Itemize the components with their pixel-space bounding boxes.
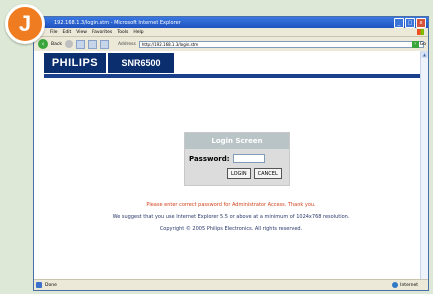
zone-label: Internet [400,282,418,288]
menu-item-file[interactable]: File [50,30,58,35]
title-bar: 192.168.1.3/login.stm - Microsoft Intern… [34,17,428,28]
window-controls: _ □ x [394,18,426,28]
maximize-button[interactable]: □ [405,18,415,28]
security-zone: Internet [392,282,418,288]
status-bar: Done Internet [34,279,428,290]
cancel-button[interactable]: CANCEL [253,168,282,179]
go-arrow-icon: › [411,40,419,48]
home-icon[interactable] [99,39,109,49]
copyright-notice: Copyright © 2005 Philips Electronics. Al… [159,226,303,232]
browser-window: 192.168.1.3/login.stm - Microsoft Intern… [33,16,429,291]
window-title: 192.168.1.3/login.stm - Microsoft Intern… [54,19,181,26]
header-divider [44,74,421,78]
stop-icon[interactable] [75,39,85,49]
page-icon [36,282,42,288]
refresh-icon[interactable] [87,39,97,49]
philips-logo: PHILIPS [44,53,106,73]
back-arrow-icon[interactable]: ‹ [38,39,48,49]
password-input[interactable] [232,154,265,163]
password-warning: Please enter correct password for Admini… [146,202,316,208]
menu-item-edit[interactable]: Edit [63,30,72,35]
login-title: Login Screen [185,133,289,149]
menu-item-help[interactable]: Help [133,30,143,35]
go-label: Go [419,41,426,47]
vertical-scrollbar[interactable]: ▲ [420,51,428,279]
page-content: PHILIPS SNR6500 Login Screen Password: L… [34,51,428,279]
globe-icon [392,282,399,288]
step-badge: J [5,4,45,44]
password-label: Password: [189,154,230,163]
menu-item-favorites[interactable]: Favorites [92,30,112,35]
brand-header: PHILIPS SNR6500 [34,51,421,75]
menu-bar: File Edit View Favorites Tools Help [34,28,428,37]
minimize-button[interactable]: _ [394,18,404,28]
close-button[interactable]: x [416,18,426,28]
model-label: SNR6500 [107,53,174,73]
login-buttons: LOGIN CANCEL [227,168,282,179]
browser-toolbar: ‹ Back Address http://192.168.1.3/login.… [34,37,428,52]
address-label: Address [117,41,136,47]
back-label[interactable]: Back [51,42,62,47]
browser-suggestion: We suggest that you use Internet Explore… [112,214,350,220]
login-panel: Login Screen Password: LOGIN CANCEL [184,132,290,186]
address-input[interactable]: http://192.168.1.3/login.stm [138,40,424,48]
status-text: Done [45,282,57,288]
scroll-up-icon[interactable]: ▲ [421,51,428,58]
windows-logo-icon [417,29,424,35]
login-button[interactable]: LOGIN [227,168,251,179]
go-button[interactable]: › Go [411,40,426,48]
menu-item-view[interactable]: View [76,30,87,35]
menu-item-tools[interactable]: Tools [117,30,128,35]
forward-arrow-icon[interactable] [64,40,73,48]
password-row: Password: [189,154,265,163]
